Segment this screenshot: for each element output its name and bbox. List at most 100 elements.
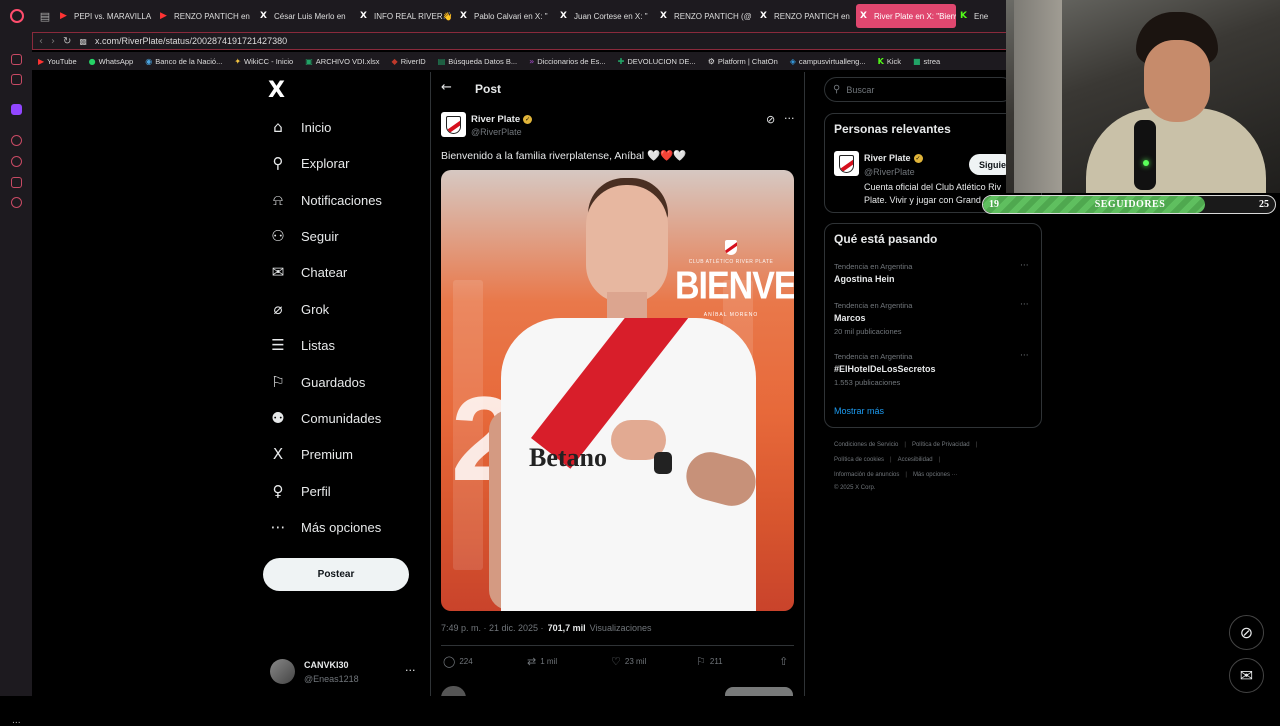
bookmark-item[interactable]: ✦ WikiCC - Inicio [234,57,293,66]
post-image[interactable]: 25 Betano CLUB ATLÉTICO RIVER PLATE BIEN… [441,170,794,611]
browser-tab[interactable]: X Juan Cortese en X: " [556,4,656,28]
footer-link[interactable]: Más opciones ··· [913,472,958,478]
forward-nav-icon[interactable]: › [51,36,55,47]
author-name[interactable]: River Plate [471,114,520,125]
grok-explain-icon[interactable]: ⊘ [766,113,775,126]
footer-link[interactable]: Política de cookies [834,457,884,463]
tab-overview-icon[interactable]: ▤ [34,0,56,32]
browser-tab[interactable]: X INFO REAL RIVER👋 [356,4,456,28]
search-box[interactable]: ⚲ Buscar [824,77,1014,102]
relevant-avatar[interactable] [834,151,859,176]
bookmark-item[interactable]: ◉ Banco de la Nació... [145,57,222,66]
bookmark-item[interactable]: K Kick [878,57,901,66]
nav-item-m-s-opciones[interactable]: ⋯ Más opciones [269,518,382,536]
settings-icon[interactable] [11,197,22,208]
bookmark-item[interactable]: ▣ ARCHIVO VDI.xlsx [305,57,379,66]
post-more-icon[interactable]: ··· [784,112,795,125]
nav-item-premium[interactable]: X Premium [269,445,353,463]
nav-item-seguir[interactable]: ⚇ Seguir [269,227,338,245]
footer-link[interactable]: Condiciones de Servicio [834,442,898,448]
share-button[interactable]: ⇧ [779,655,788,668]
repost-button[interactable]: ⇄ 1 mil [527,655,557,668]
browser-tab[interactable]: X César Luis Merlo en [256,4,356,28]
back-nav-icon[interactable]: ‹ [39,36,43,47]
browser-tab[interactable]: X Pablo Calvari en X: " [456,4,556,28]
author-avatar[interactable] [441,112,466,137]
browser-tab[interactable]: X River Plate en X: "Bienve [856,4,956,28]
bookmark-favicon-icon: ⚙ [707,56,715,66]
browser-tab[interactable]: X RENZO PANTICH (@ [656,4,756,28]
show-more-link[interactable]: Mostrar más [834,406,884,416]
nav-item-chatear[interactable]: ✉ Chatear [269,263,348,281]
bookmark-item[interactable]: ■ strea [913,57,940,66]
followers-label: SEGUIDORES [1094,199,1166,210]
nav-item-comunidades[interactable]: ⚉ Comunidades [269,409,381,427]
opera-menu-icon[interactable] [0,0,34,32]
bookmark-favicon-icon: ▤ [437,56,446,66]
browser-tab[interactable]: X RENZO PANTICH en [756,4,856,28]
bookmark-item[interactable]: ⚙ Platform | ChatOn [708,57,778,66]
trend-more-icon[interactable]: ··· [1020,300,1029,310]
bookmark-item[interactable]: ◆ RiverID [392,57,426,66]
footer-link[interactable]: Información de anuncios [834,472,899,478]
nav-item-grok[interactable]: ⌀ Grok [269,300,329,318]
site-info-icon[interactable]: ▩ [79,37,87,46]
bookmark-label: Diccionarios de Es... [537,56,606,66]
nav-item-guardados[interactable]: ⚐ Guardados [269,373,365,391]
sidebar-messenger-icon[interactable] [11,74,22,85]
like-count: 23 mil [624,657,647,666]
grok-float-icon[interactable]: ⊘ [1229,615,1264,650]
nav-item-explorar[interactable]: ⚲ Explorar [269,154,350,172]
author-name-row[interactable]: River Plate ✓ [471,114,533,125]
bookmark-item[interactable]: ▶ YouTube [38,57,77,66]
post-button[interactable]: Postear [263,558,409,591]
address-bar[interactable]: ‹ › ↻ ▩ x.com/RiverPlate/status/20028741… [32,32,1012,50]
back-arrow-icon[interactable]: ← [441,80,452,95]
trend-more-icon[interactable]: ··· [1020,261,1029,271]
account-avatar[interactable] [270,659,295,684]
bookmark-item[interactable]: ✚ DEVOLUCION DE... [618,57,696,66]
welcome-headline: BIENVENIDO [675,264,794,308]
footer-link[interactable]: Política de Privacidad [912,442,970,448]
footer-link[interactable]: Accesibilidad [898,457,933,463]
browser-tab[interactable]: ▶ PEPI vs. MARAVILLA [56,4,156,28]
bookmark-button[interactable]: ⚐ 211 [696,655,723,668]
trend-more-icon[interactable]: ··· [1020,351,1029,361]
footer-row: Información de anuncios | Más opciones ··… [834,472,1034,478]
author-handle[interactable]: @RiverPlate [471,127,522,137]
bookmark-item[interactable]: ◈ campusvirtualleng... [790,57,866,66]
browser-tab[interactable]: ▶ RENZO PANTICH en [156,4,256,28]
url-text[interactable]: x.com/RiverPlate/status/2002874191721427… [95,36,287,46]
reply-button[interactable]: ◯ 224 [443,655,473,668]
nav-item-listas[interactable]: ☰ Listas [269,336,335,354]
history-icon[interactable] [11,156,22,167]
footer-separator: | [975,442,978,448]
messages-float-icon[interactable]: ✉ [1229,658,1264,693]
bookmark-item[interactable]: » Diccionarios de Es... [529,57,606,66]
bookmark-favicon-icon: ✦ [234,56,242,66]
player-icon[interactable] [11,135,22,146]
relevant-name[interactable]: River Plate [864,153,911,163]
twitch-icon[interactable] [11,104,22,115]
extensions-icon[interactable] [11,177,22,188]
account-handle[interactable]: @Eneas1218 [304,674,359,684]
trend-name[interactable]: Agostina Hein [834,274,895,284]
sidebar-app-icon[interactable] [11,54,22,65]
home-icon: ⌂ [273,118,283,136]
nav-item-inicio[interactable]: ⌂ Inicio [269,118,331,136]
search-placeholder[interactable]: Buscar [846,85,874,95]
nav-item-perfil[interactable]: ♀ Perfil [269,482,331,500]
relevant-handle[interactable]: @RiverPlate [864,167,915,177]
bookmark-item[interactable]: ▤ Búsqueda Datos B... [438,57,517,66]
account-more-icon[interactable]: ··· [405,664,416,677]
x-logo-icon[interactable]: X [268,78,285,103]
trend-name[interactable]: #ElHotelDeLosSecretos [834,364,936,374]
account-name[interactable]: CANVKI30 [304,660,349,670]
post-timestamp[interactable]: 7:49 p. m. · 21 dic. 2025 · [441,623,544,633]
relevant-name-row[interactable]: River Plate ✓ [864,153,923,163]
like-button[interactable]: ♡ 23 mil [611,655,646,668]
trend-name[interactable]: Marcos [834,313,866,323]
reload-icon[interactable]: ↻ [63,36,71,47]
bookmark-item[interactable]: ● WhatsApp [89,57,134,66]
nav-item-notificaciones[interactable]: ⍾ Notificaciones [269,191,382,209]
